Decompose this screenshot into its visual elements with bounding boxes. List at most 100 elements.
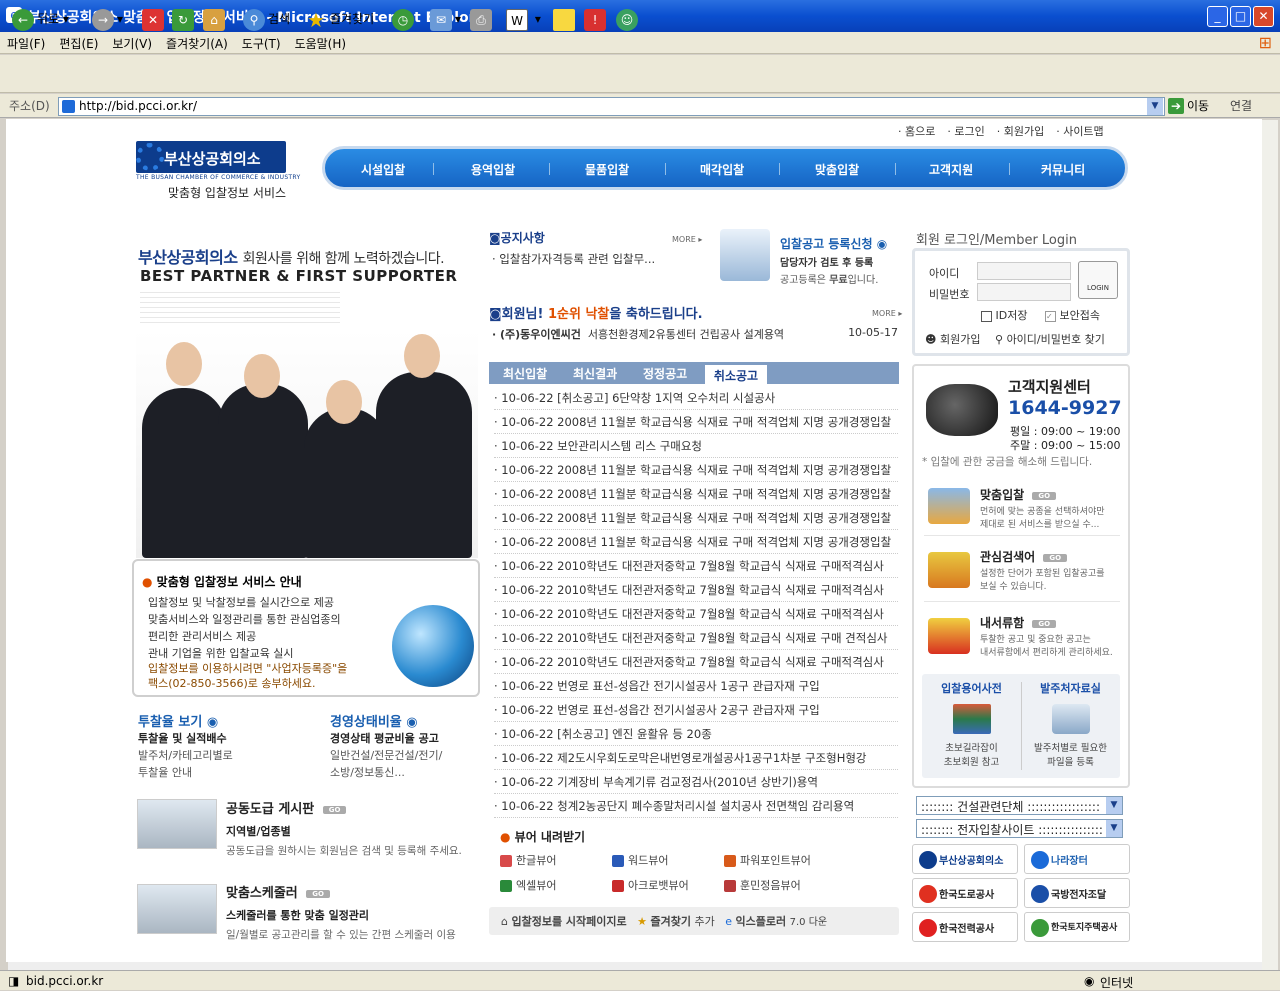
nav-goods[interactable]: 물품입찰 bbox=[585, 161, 629, 178]
secure-checkbox[interactable]: ✓ 보안접속 bbox=[1045, 307, 1100, 323]
nav-custom[interactable]: 맞춤입찰 bbox=[815, 161, 859, 178]
password-input[interactable] bbox=[977, 283, 1071, 301]
maximize-button[interactable]: □ bbox=[1230, 6, 1251, 27]
bid-row[interactable]: · 10-06-22 번영로 표선-성읍간 전기시설공사 2공구 관급자재 구입 bbox=[494, 698, 898, 722]
join-link[interactable]: ☻ 회원가입 bbox=[925, 331, 980, 347]
forward-button[interactable]: → ▾ bbox=[92, 6, 123, 32]
tab-latest-bids[interactable]: 최신입찰 bbox=[503, 365, 547, 382]
refresh-button[interactable]: ↻ bbox=[172, 6, 197, 32]
history-button[interactable]: ◷ bbox=[392, 6, 417, 32]
notice-item[interactable]: · 입찰참가자격등록 관련 입찰무... bbox=[492, 251, 655, 267]
bid-row[interactable]: · 10-06-22 번영로 표선-성읍간 전기시설공사 1공구 관급자재 구입 bbox=[494, 674, 898, 698]
nav-sale[interactable]: 매각입찰 bbox=[700, 161, 744, 178]
start-page-link[interactable]: ⌂ 입찰정보를 시작페이지로 bbox=[501, 915, 627, 928]
ebid-site-select[interactable]: :::::::: 전자입찰사이트 :::::::::::::::: ▼ bbox=[916, 819, 1123, 838]
bid-row[interactable]: · 10-06-22 2008년 11월분 학교급식용 식재료 구매 적격업체 … bbox=[494, 458, 898, 482]
find-account-link[interactable]: ⚲ 아이디/비밀번호 찾기 bbox=[995, 331, 1105, 347]
addon-button[interactable]: ! bbox=[584, 6, 609, 32]
nav-facility[interactable]: 시설입찰 bbox=[361, 161, 405, 178]
menu-edit[interactable]: 편집(E) bbox=[52, 32, 105, 55]
client-files-link[interactable]: 발주처자료실 발주처별로 필요한 파일을 등록 bbox=[1021, 674, 1120, 768]
bid-row[interactable]: · 10-06-22 2010학년도 대전관저중학교 7월8월 학교급식 식재료… bbox=[494, 626, 898, 650]
tab-corrections[interactable]: 정정공고 bbox=[643, 365, 687, 382]
ppt-viewer-link[interactable]: 파워포인트뷰어 bbox=[724, 852, 811, 868]
nav-community[interactable]: 커뮤니티 bbox=[1041, 161, 1085, 178]
go-button[interactable]: ➔ 이동 bbox=[1168, 97, 1209, 114]
bid-row[interactable]: · 10-06-22 2010학년도 대전관저중학교 7월8월 학교급식 식재료… bbox=[494, 602, 898, 626]
bid-row[interactable]: · 10-06-22 2008년 11월분 학교급식용 식재료 구매 적격업체 … bbox=[494, 530, 898, 554]
excel-viewer-link[interactable]: 엑셀뷰어 bbox=[500, 877, 556, 893]
dictionary-link[interactable]: 입찰용어사전 초보길라잡이 초보회원 참고 bbox=[922, 674, 1021, 768]
hunmin-viewer-link[interactable]: 훈민정음뷰어 bbox=[724, 877, 801, 893]
home-button[interactable]: ⌂ bbox=[203, 6, 228, 32]
banner-narajangteo[interactable]: 나라장터 bbox=[1024, 844, 1130, 874]
save-id-checkbox[interactable]: ID저장 bbox=[981, 307, 1027, 323]
notice-more-link[interactable]: MORE ▸ bbox=[672, 235, 702, 244]
messenger-button[interactable]: ☺ bbox=[616, 6, 641, 32]
acrobat-viewer-link[interactable]: 아크로뱃뷰어 bbox=[612, 877, 689, 893]
nav-support[interactable]: 고객지원 bbox=[929, 161, 973, 178]
edit-button[interactable]: W ▾ bbox=[506, 6, 541, 32]
print-button[interactable]: ⎙ bbox=[470, 6, 495, 32]
login-button[interactable]: LOGIN bbox=[1078, 261, 1118, 299]
address-input[interactable]: http://bid.pcci.or.kr/ bbox=[58, 97, 1165, 116]
links-button[interactable]: 연결 bbox=[1230, 97, 1252, 114]
ie-download-link[interactable]: e 익스플로러 7.0 다운 bbox=[725, 915, 827, 928]
login-link[interactable]: · 로그인 bbox=[947, 125, 984, 138]
home-link[interactable]: · 홈으로 bbox=[898, 125, 935, 138]
congrats-item[interactable]: · (주)동우이엔씨건 서흥천환경제2유통센터 건립공사 설계용역 10-05-1… bbox=[492, 326, 898, 342]
bid-rate-box[interactable]: 투찰율 보기 ◉ 투찰율 및 실적배수 발주처/카테고리별로 투찰율 안내 bbox=[138, 711, 233, 781]
banner-busan-chamber[interactable]: 부산상공회의소 bbox=[912, 844, 1018, 874]
menu-favorites[interactable]: 즐겨찾기(A) bbox=[159, 32, 235, 55]
bid-row[interactable]: · 10-06-22 2008년 11월분 학교급식용 식재료 구매 적격업체 … bbox=[494, 482, 898, 506]
hwp-viewer-link[interactable]: 한글뷰어 bbox=[500, 852, 556, 868]
nav-service[interactable]: 용역입찰 bbox=[471, 161, 515, 178]
bid-row[interactable]: · 10-06-22 2010학년도 대전관저중학교 7월8월 학교급식 식재료… bbox=[494, 554, 898, 578]
back-button[interactable]: ← 뒤로 ▾ bbox=[12, 6, 69, 32]
bid-row[interactable]: · 10-06-22 기계장비 부속계기류 검교정검사(2010년 상반기)용역 bbox=[494, 770, 898, 794]
bid-row[interactable]: · 10-06-22 청계2농공단지 폐수종말처리시설 설치공사 전면책임 감리… bbox=[494, 794, 898, 818]
add-favorite-link[interactable]: ★ 즐겨찾기 추가 bbox=[637, 915, 715, 928]
menu-file[interactable]: 파일(F) bbox=[0, 32, 52, 55]
management-ratio-box[interactable]: 경영상태비율 ◉ 경영상태 평균비율 공고 일반건설/전문건설/전기/ 소방/정… bbox=[330, 711, 442, 781]
register-box[interactable]: 입찰공고 등록신청 ◉ 담당자가 검토 후 등록 공고등록은 무료입니다. bbox=[780, 235, 887, 286]
address-dropdown-icon[interactable]: ▼ bbox=[1147, 98, 1163, 115]
word-viewer-link[interactable]: 워드뷰어 bbox=[612, 852, 668, 868]
keyword-service[interactable]: 관심검색어 GO 설정한 단어가 포함된 입찰공고를 보실 수 있습니다. bbox=[924, 538, 1120, 602]
note-button[interactable] bbox=[553, 6, 578, 32]
stop-button[interactable]: ✕ bbox=[142, 6, 167, 32]
sitemap-link[interactable]: · 사이트맵 bbox=[1056, 125, 1103, 138]
id-input[interactable] bbox=[977, 262, 1071, 280]
site-logo[interactable]: 부산상공회의소 THE BUSAN CHAMBER OF COMMERCE & … bbox=[136, 141, 316, 201]
close-button[interactable]: ✕ bbox=[1253, 6, 1274, 27]
menu-tools[interactable]: 도구(T) bbox=[235, 32, 288, 55]
vertical-scrollbar[interactable] bbox=[1262, 120, 1278, 970]
bid-row[interactable]: · 10-06-22 2008년 11월분 학교급식용 식재료 구매 적격업체 … bbox=[494, 410, 898, 434]
banner-kepco[interactable]: 한국전력공사 bbox=[912, 912, 1018, 942]
banner-defense-procurement[interactable]: 국방전자조달 bbox=[1024, 878, 1130, 908]
bid-row[interactable]: · 10-06-22 보안관리시스템 리스 구매요청 bbox=[494, 434, 898, 458]
minimize-button[interactable]: _ bbox=[1207, 6, 1228, 27]
bid-row[interactable]: · 10-06-22 [취소공고] 6단약창 1지역 오수처리 시설공사 bbox=[494, 386, 898, 410]
favorites-button[interactable]: ★ 즐겨찾기 bbox=[305, 6, 374, 32]
congrats-more-link[interactable]: MORE ▸ bbox=[872, 309, 902, 318]
bid-row[interactable]: · 10-06-22 [취소공고] 엔진 윤활유 등 20종 bbox=[494, 722, 898, 746]
menu-view[interactable]: 보기(V) bbox=[105, 32, 159, 55]
join-link[interactable]: · 회원가입 bbox=[997, 125, 1044, 138]
horizontal-scrollbar[interactable] bbox=[8, 962, 1262, 970]
bid-row[interactable]: · 10-06-22 제2도시우회도로막은내번영로개설공사1공구1차분 구조형H… bbox=[494, 746, 898, 770]
construction-org-select[interactable]: :::::::: 건설관련단체 :::::::::::::::::: ▼ bbox=[916, 796, 1123, 815]
scheduler-box[interactable]: 맞춤스케줄러 GO 스케줄러를 통한 맞춤 일정관리 일/월별로 공고관리를 할… bbox=[226, 882, 456, 942]
tab-cancellations[interactable]: 취소공고 bbox=[705, 365, 767, 384]
custom-bid-service[interactable]: 맞춤입찰 GO 먼허에 맞는 공종을 선택하셔야만 제대로 된 서비스를 받으실 수… bbox=[924, 476, 1120, 536]
document-box-service[interactable]: 내서류함 GO 투찰한 공고 및 중요한 공고는 내서류함에서 편리하게 관리하세요… bbox=[924, 604, 1120, 668]
menu-help[interactable]: 도움말(H) bbox=[288, 32, 354, 55]
joint-board-box[interactable]: 공동도급 게시판 GO 지역별/업종별 공동도급을 원하시는 회원님은 검색 및… bbox=[226, 798, 462, 858]
tab-latest-results[interactable]: 최신결과 bbox=[573, 365, 617, 382]
bid-row[interactable]: · 10-06-22 2008년 11월분 학교급식용 식재료 구매 적격업체 … bbox=[494, 506, 898, 530]
bid-row[interactable]: · 10-06-22 2010학년도 대전관저중학교 7월8월 학교급식 식재료… bbox=[494, 650, 898, 674]
bid-row[interactable]: · 10-06-22 2010학년도 대전관저중학교 7월8월 학교급식 식재료… bbox=[494, 578, 898, 602]
mail-button[interactable]: ✉ ▾ bbox=[430, 6, 461, 32]
banner-korea-expressway[interactable]: 한국도로공사 bbox=[912, 878, 1018, 908]
notice-title[interactable]: ◙공지사항 bbox=[489, 229, 545, 246]
